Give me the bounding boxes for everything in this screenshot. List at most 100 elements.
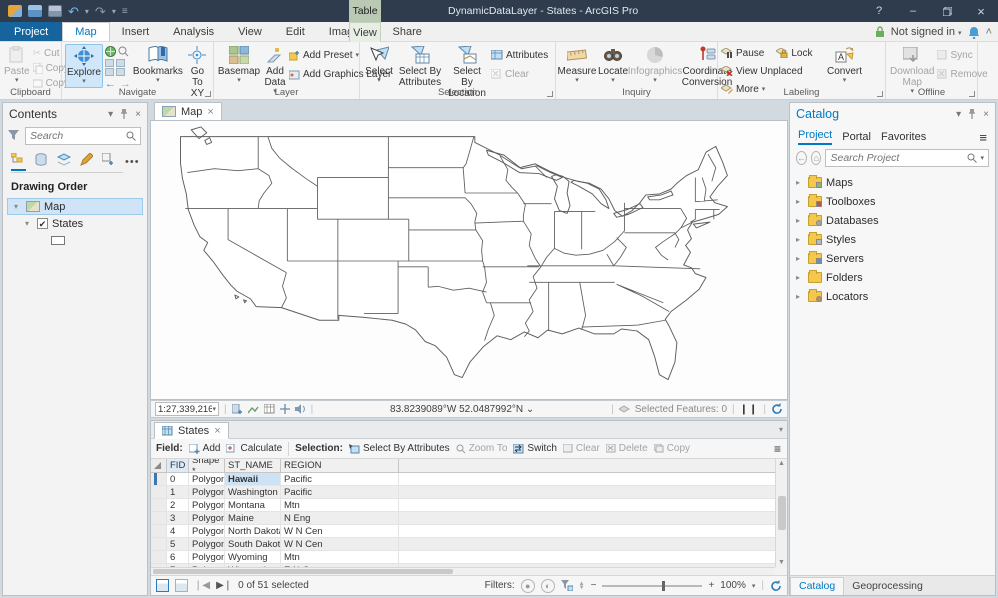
zoom-extent-icons[interactable] — [105, 59, 131, 76]
bookmarks-button[interactable]: Bookmarks▾ — [133, 44, 183, 86]
expander-icon[interactable]: ▾ — [25, 219, 33, 228]
copy-rows-button[interactable]: Copy — [654, 443, 690, 454]
tab-edit[interactable]: Edit — [274, 22, 317, 41]
catalog-hamburger-icon[interactable]: ≡ — [979, 130, 987, 145]
filter-funnel-icon[interactable] — [8, 130, 20, 141]
tab-view[interactable]: View — [226, 22, 274, 41]
undo-dropdown-icon[interactable]: ▾ — [85, 7, 89, 16]
list-by-data-source-icon[interactable] — [35, 153, 48, 171]
column-header-region[interactable]: REGION — [281, 459, 399, 472]
animation-icon[interactable] — [248, 404, 259, 415]
zoom-to-button[interactable]: Zoom To — [456, 443, 508, 454]
map-coordinates[interactable]: 83.8239089°W 52.0487992°N ⌄ — [318, 404, 606, 415]
customize-qat-icon[interactable]: ≡ — [122, 6, 128, 17]
map-view-tab[interactable]: Map × — [154, 102, 222, 120]
full-extent-icon[interactable] — [105, 46, 116, 57]
contents-close-icon[interactable]: × — [135, 109, 141, 120]
close-button[interactable]: × — [964, 0, 998, 22]
audio-icon[interactable] — [295, 404, 306, 414]
map-scale-input[interactable] — [158, 404, 212, 415]
help-button[interactable]: ? — [862, 0, 896, 22]
sync-button[interactable]: Sync — [937, 48, 987, 62]
map-scale-box[interactable]: ▾ — [155, 402, 219, 416]
calculate-field-button[interactable]: Calculate — [226, 443, 282, 454]
locate-button[interactable]: Locate▾ — [597, 44, 629, 86]
refresh-map-icon[interactable] — [771, 403, 783, 415]
contents-search-input[interactable] — [30, 130, 126, 142]
select-button[interactable]: Select▾ — [363, 44, 395, 86]
table-row[interactable]: 0 Polygon Hawaii Pacific — [151, 473, 787, 486]
tree-item-states-symbol[interactable] — [7, 232, 143, 249]
tab-contextual-view[interactable]: View — [349, 22, 381, 42]
open-project-icon[interactable] — [28, 5, 42, 17]
tab-project[interactable]: Project — [0, 22, 62, 41]
catalog-menu-icon[interactable]: ▾ — [956, 109, 961, 120]
table-menu-icon[interactable]: ≡ — [774, 442, 781, 456]
catalog-item-databases[interactable]: ▸Databases — [790, 211, 995, 230]
table-row[interactable]: 3 Polygon Maine N Eng — [151, 512, 787, 525]
range-filter-icon[interactable]: ◐ — [541, 579, 555, 593]
delete-selection-button[interactable]: Delete — [606, 443, 648, 454]
add-point-icon[interactable] — [280, 404, 290, 414]
table-tab-menu-icon[interactable]: ▾ — [779, 425, 783, 434]
table-row[interactable]: 4 Polygon North Dakota W N Cen — [151, 525, 787, 538]
open-table-icon[interactable] — [264, 404, 275, 414]
redo-icon[interactable]: ↷ — [95, 5, 106, 18]
contents-pin-icon[interactable] — [120, 109, 128, 119]
table-view-icon[interactable] — [156, 579, 169, 592]
search-icon[interactable] — [126, 131, 136, 141]
fixed-zoom-in-icon[interactable] — [118, 46, 129, 57]
catalog-item-servers[interactable]: ▸Servers — [790, 249, 995, 268]
tree-item-states-layer[interactable]: ▾ ✔ States — [7, 215, 143, 232]
catalog-tab-project[interactable]: Project — [798, 129, 832, 145]
contents-menu-icon[interactable]: ▾ — [108, 109, 113, 120]
table-select-by-attributes-button[interactable]: Select By Attributes — [349, 443, 450, 454]
last-record-icon[interactable]: ▶❘ — [216, 580, 232, 591]
column-header-shape[interactable]: Shape * — [189, 459, 225, 472]
expander-icon[interactable]: ▾ — [14, 202, 22, 211]
minimize-button[interactable]: – — [896, 0, 930, 22]
basemap-button[interactable]: Basemap▾ — [217, 44, 261, 86]
column-header-fid[interactable]: FID — [167, 459, 189, 472]
table-horizontal-scrollbar[interactable] — [151, 567, 775, 575]
clear-selection-table-button[interactable]: Clear — [563, 443, 600, 454]
select-by-attributes-button[interactable]: Select By Attributes — [397, 44, 443, 89]
list-by-selection-icon[interactable] — [57, 153, 71, 171]
back-arrow-icon[interactable]: ← — [796, 151, 807, 165]
infographics-button[interactable]: Infographics▾ — [631, 44, 679, 86]
zoom-out-icon[interactable]: − — [591, 580, 597, 591]
form-view-icon[interactable] — [175, 579, 188, 592]
catalog-tab-favorites[interactable]: Favorites — [881, 131, 926, 143]
refresh-table-icon[interactable] — [770, 580, 782, 592]
list-by-editing-icon[interactable] — [80, 153, 93, 171]
table-row[interactable]: 6 Polygon Wyoming Mtn — [151, 551, 787, 564]
zoom-level[interactable]: 100% — [720, 580, 746, 591]
switch-selection-button[interactable]: Switch — [513, 443, 556, 454]
clear-selection-button[interactable]: Clear — [491, 67, 548, 81]
sign-in-status[interactable]: Not signed in ▾ — [891, 26, 962, 38]
collapse-ribbon-icon[interactable]: ˄ — [986, 26, 992, 38]
tab-map[interactable]: Map — [62, 22, 109, 41]
pause-drawing-icon[interactable]: ❙❙ — [740, 404, 759, 415]
home-icon[interactable]: ⌂ — [811, 151, 821, 165]
list-by-snapping-icon[interactable] — [102, 153, 116, 171]
tab-analysis[interactable]: Analysis — [161, 22, 226, 41]
measure-button[interactable]: Measure▾ — [559, 44, 595, 86]
label-lock-button[interactable]: Lock — [776, 46, 812, 60]
slider-handle[interactable] — [662, 581, 665, 591]
catalog-item-styles[interactable]: ▸Styles — [790, 230, 995, 249]
catalog-item-folders[interactable]: ▸Folders — [790, 268, 995, 287]
restore-button[interactable] — [930, 0, 964, 22]
table-tab-close-icon[interactable]: × — [214, 425, 220, 437]
view-unplaced-button[interactable]: View Unplaced — [721, 64, 812, 78]
sort-icon[interactable]: ▲▼ — [579, 582, 585, 590]
save-project-icon[interactable] — [48, 5, 62, 17]
catalog-tab-portal[interactable]: Portal — [842, 131, 871, 143]
time-filter-icon[interactable]: ● — [521, 579, 535, 593]
catalog-pin-icon[interactable] — [968, 109, 976, 119]
bottom-tab-catalog[interactable]: Catalog — [790, 577, 844, 595]
catalog-item-toolboxes[interactable]: ▸Toolboxes — [790, 192, 995, 211]
map-tab-close-icon[interactable]: × — [207, 106, 213, 118]
explore-button[interactable]: Explore▾ — [65, 44, 103, 88]
tree-item-map[interactable]: ▾ Map — [7, 198, 143, 215]
